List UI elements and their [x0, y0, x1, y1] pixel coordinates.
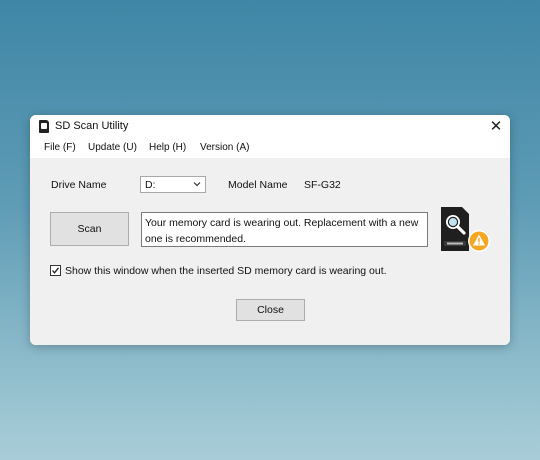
- menu-update[interactable]: Update (U): [88, 142, 137, 153]
- close-button[interactable]: Close: [236, 299, 305, 321]
- menu-version[interactable]: Version (A): [200, 142, 249, 153]
- main-panel: Drive Name D: Model Name SF-G32 Scan You…: [30, 158, 510, 345]
- chevron-down-icon: [193, 182, 201, 187]
- scan-button[interactable]: Scan: [50, 212, 129, 246]
- menu-help[interactable]: Help (H): [149, 142, 186, 153]
- model-name-value: SF-G32: [304, 179, 341, 191]
- show-window-checkbox[interactable]: [50, 265, 61, 276]
- menu-bar: File (F) Update (U) Help (H) Version (A): [30, 139, 510, 158]
- title-bar: SD Scan Utility ✕: [30, 115, 510, 139]
- window-title: SD Scan Utility: [55, 120, 129, 132]
- menu-file[interactable]: File (F): [44, 142, 76, 153]
- drive-select[interactable]: D:: [140, 176, 206, 193]
- close-window-icon[interactable]: ✕: [482, 115, 510, 139]
- sd-scan-utility-window: SD Scan Utility ✕ File (F) Update (U) He…: [30, 115, 510, 345]
- sd-card-search-warning-icon: [441, 207, 490, 252]
- checkmark-icon: [52, 267, 60, 274]
- drive-name-label: Drive Name: [51, 179, 107, 191]
- model-name-label: Model Name: [228, 179, 288, 191]
- drive-select-value: D:: [145, 179, 156, 191]
- show-window-label: Show this window when the inserted SD me…: [65, 265, 387, 277]
- sd-card-icon: [39, 120, 49, 133]
- status-message: Your memory card is wearing out. Replace…: [141, 212, 428, 247]
